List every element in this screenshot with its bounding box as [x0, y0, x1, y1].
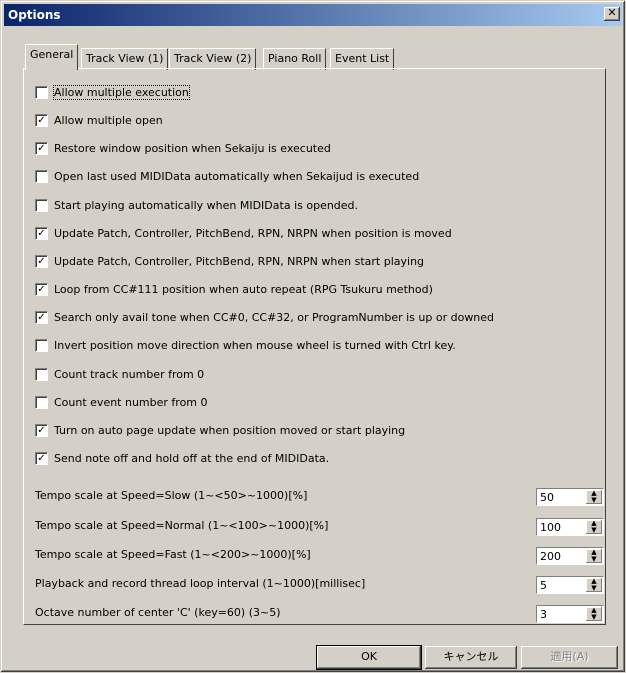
tab-piano-roll[interactable]: Piano Roll [263, 48, 327, 70]
tab-event-list[interactable]: Event List [330, 48, 395, 70]
tab-track-view-1[interactable]: Track View (1) [81, 48, 169, 70]
general-panel [23, 68, 606, 625]
ok-button[interactable]: OK [316, 645, 422, 670]
tab-track-view-2[interactable]: Track View (2) [169, 48, 257, 70]
window-title: Options [8, 8, 61, 22]
title-bar[interactable]: Options ✕ [4, 4, 622, 26]
close-icon: ✕ [607, 6, 617, 19]
cancel-button[interactable]: キャンセル [425, 646, 517, 669]
close-button[interactable]: ✕ [604, 7, 620, 21]
apply-button[interactable]: 適用(A) [521, 646, 618, 669]
tab-general[interactable]: General [25, 44, 79, 70]
options-dialog: Options ✕ General Track View (1) Track V… [0, 0, 626, 673]
